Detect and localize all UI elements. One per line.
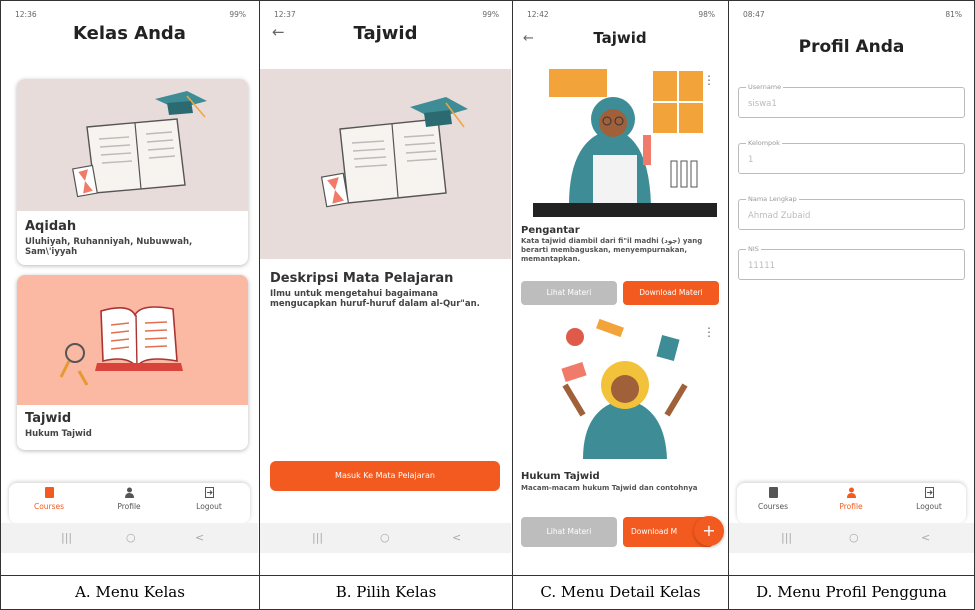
divider — [259, 0, 260, 610]
caption-d: D. Menu Profil Pengguna — [756, 583, 947, 601]
divider — [512, 0, 513, 610]
caption-a: A. Menu Kelas — [75, 583, 185, 601]
divider — [728, 0, 729, 610]
figure: 12:36 99% Kelas Anda Aqidah Uluhiyah, Ru… — [0, 0, 975, 610]
caption-c: C. Menu Detail Kelas — [540, 583, 701, 601]
caption-b: B. Pilih Kelas — [335, 583, 437, 601]
figure-border — [0, 0, 975, 610]
